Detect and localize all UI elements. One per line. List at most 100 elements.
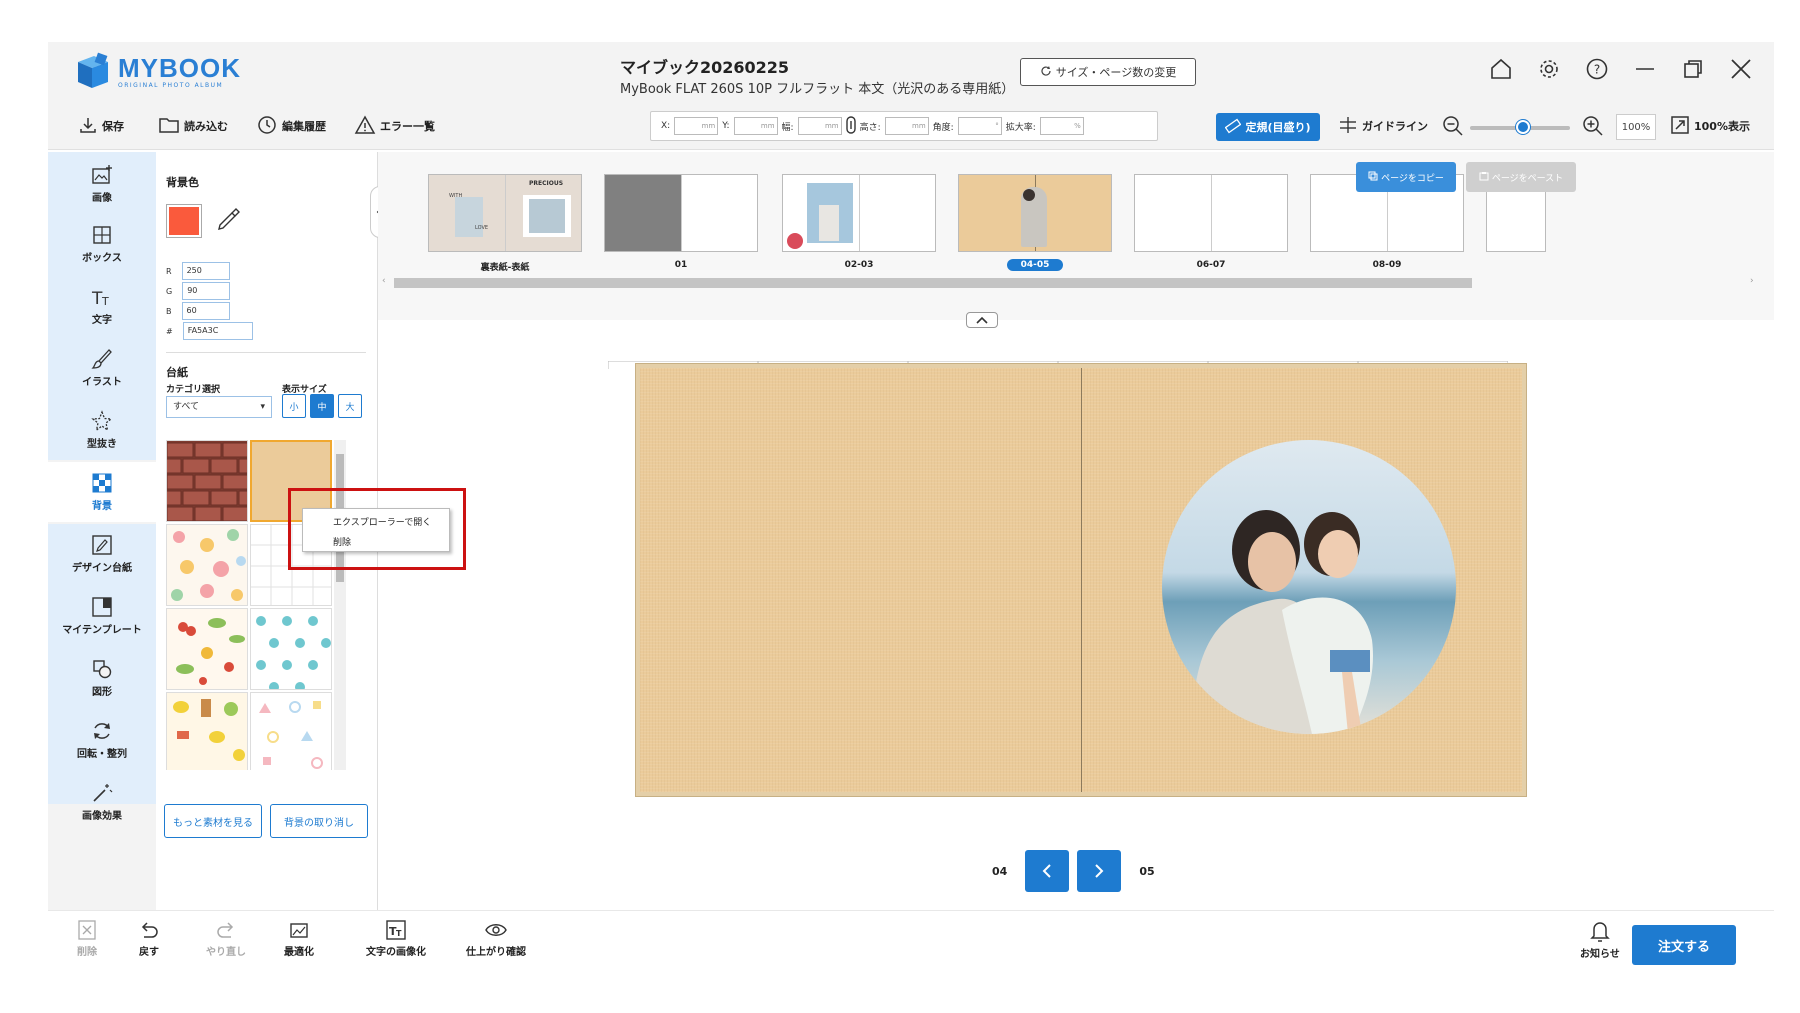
error-list-button[interactable]: エラー一覧 xyxy=(354,114,435,138)
more-materials-button[interactable]: もっと素材を見る xyxy=(164,804,262,838)
strip-scroll-left-icon[interactable]: ‹ xyxy=(382,276,386,286)
bg-color-swatch[interactable] xyxy=(166,204,202,238)
optimize-button[interactable]: 最適化 xyxy=(284,919,314,958)
y-input[interactable]: mm xyxy=(733,117,778,135)
r-input[interactable]: 250 xyxy=(181,262,230,280)
spread-thumb-01[interactable] xyxy=(604,174,758,252)
restore-icon[interactable] xyxy=(1680,56,1706,82)
angle-input[interactable]: ° xyxy=(957,117,1002,135)
close-icon[interactable] xyxy=(1728,56,1754,82)
change-size-button[interactable]: サイズ・ページ数の変更 xyxy=(1020,58,1196,86)
nav-rotate-align[interactable]: 回転・整列 xyxy=(48,710,156,770)
nav-illust[interactable]: イラスト xyxy=(48,338,156,398)
svg-text:?: ? xyxy=(1594,63,1600,77)
redo-label: やり直し xyxy=(206,947,246,958)
delete-button[interactable]: 削除 xyxy=(76,919,98,958)
zoom-slider-handle[interactable] xyxy=(1516,120,1530,134)
y-label: Y: xyxy=(722,121,730,131)
home-icon[interactable] xyxy=(1488,56,1514,82)
nav-rotate-label: 回転・整列 xyxy=(77,749,127,760)
circle-photo-frame[interactable] xyxy=(1162,440,1456,734)
collapse-strip-button[interactable] xyxy=(966,312,998,328)
zoom-in-icon[interactable] xyxy=(1582,114,1604,138)
cover-text-love: LOVE xyxy=(475,225,489,231)
size-small-button[interactable]: 小 xyxy=(282,394,306,418)
strip-scrollbar[interactable] xyxy=(394,278,1472,288)
eyedropper-icon[interactable] xyxy=(214,206,242,238)
width-input[interactable]: mm xyxy=(797,117,842,135)
nav-cutout[interactable]: 型抜き xyxy=(48,400,156,460)
main-toolbar: 保存 読み込む 編集履歴 エラー一覧 X: mm Y: mm 幅: mm 高さ:… xyxy=(48,104,1774,150)
g-input[interactable]: 90 xyxy=(182,282,231,300)
paste-page-label: ページをペースト xyxy=(1491,173,1564,184)
zoom-100-button[interactable]: 100%表示 xyxy=(1670,114,1750,138)
size-large-button[interactable]: 大 xyxy=(338,394,362,418)
nav-box[interactable]: ボックス xyxy=(48,214,156,274)
thumb-pastel-shapes[interactable] xyxy=(250,692,332,770)
link-ratio-icon[interactable] xyxy=(845,115,856,137)
thumb-fruits[interactable] xyxy=(166,608,248,690)
notification-button[interactable]: お知らせ xyxy=(1580,919,1620,960)
nav-cutout-label: 型抜き xyxy=(87,439,117,450)
save-label: 保存 xyxy=(102,120,124,133)
spread-thumb-06-07[interactable] xyxy=(1134,174,1288,252)
next-page-button[interactable] xyxy=(1077,850,1122,892)
cover-text-with: WITH xyxy=(449,193,463,199)
category-select[interactable]: すべて ▾ xyxy=(166,396,272,418)
thumb-floral[interactable] xyxy=(166,524,248,606)
nav-my-template[interactable]: マイテンプレート xyxy=(48,586,156,646)
spread-fold-line xyxy=(1081,368,1082,792)
spread-thumb-02-03[interactable] xyxy=(782,174,936,252)
preview-button[interactable]: 仕上がり確認 xyxy=(466,919,526,958)
thumb-dots[interactable] xyxy=(250,608,332,690)
ruler-toggle-button[interactable]: 定規(目盛り) xyxy=(1216,113,1320,141)
text-image-icon: TT xyxy=(386,920,406,940)
text-to-image-button[interactable]: TT 文字の画像化 xyxy=(366,919,426,958)
zoom-value-field[interactable]: 100% xyxy=(1616,114,1656,140)
thumb-lemons[interactable] xyxy=(166,692,248,770)
nav-text[interactable]: TT 文字 xyxy=(48,276,156,336)
help-icon[interactable]: ? xyxy=(1584,56,1610,82)
order-button[interactable]: 注文する xyxy=(1632,925,1736,965)
undo-button[interactable]: 戻す xyxy=(138,919,160,958)
nav-shapes[interactable]: 図形 xyxy=(48,648,156,708)
nav-background-label: 背景 xyxy=(92,501,112,512)
gear-icon[interactable] xyxy=(1536,56,1562,82)
nav-background[interactable]: 背景 xyxy=(48,462,156,522)
zoom-out-icon[interactable] xyxy=(1442,114,1464,138)
book-spread-canvas[interactable] xyxy=(635,363,1527,797)
minimize-icon[interactable] xyxy=(1632,56,1658,82)
error-list-label: エラー一覧 xyxy=(380,120,435,133)
hex-input[interactable]: FA5A3C xyxy=(182,322,253,340)
guideline-button[interactable]: ガイドライン xyxy=(1338,114,1428,138)
thumb-brick[interactable] xyxy=(166,440,248,522)
copy-page-button[interactable]: ページをコピー xyxy=(1356,162,1456,192)
nav-design-mount[interactable]: デザイン台紙 xyxy=(48,524,156,584)
nav-image[interactable]: 画像 xyxy=(48,154,156,214)
redo-button[interactable]: やり直し xyxy=(206,919,246,958)
delete-icon xyxy=(78,920,96,940)
undo-background-button[interactable]: 背景の取り消し xyxy=(270,804,368,838)
paste-page-button[interactable]: ページをペースト xyxy=(1466,162,1576,192)
load-button[interactable]: 読み込む xyxy=(158,114,228,138)
text-icon: TT xyxy=(91,289,109,308)
b-input[interactable]: 60 xyxy=(181,302,230,320)
spread-thumb-04-05[interactable] xyxy=(958,174,1112,252)
scale-input[interactable]: % xyxy=(1039,117,1084,135)
history-button[interactable]: 編集履歴 xyxy=(256,114,326,138)
nav-text-label: 文字 xyxy=(92,315,112,326)
size-medium-button[interactable]: 中 xyxy=(310,394,334,418)
ruler-icon xyxy=(1225,118,1242,137)
prev-page-button[interactable] xyxy=(1025,850,1070,892)
spread-thumb-cover[interactable]: WITH LOVE PRECIOUS xyxy=(428,174,582,252)
design-icon xyxy=(92,535,112,555)
optimize-icon xyxy=(290,923,308,938)
x-input[interactable]: mm xyxy=(674,117,719,135)
save-button[interactable]: 保存 xyxy=(78,114,124,138)
strip-scroll-right-icon[interactable]: › xyxy=(1750,276,1754,286)
eye-icon xyxy=(485,924,507,936)
mount-title: 台紙 xyxy=(166,366,188,379)
bottom-toolbar: 削除 戻す やり直し 最適化 TT 文字の画像化 仕上がり確認 お知らせ 注文す… xyxy=(48,910,1774,965)
height-input[interactable]: mm xyxy=(884,117,929,135)
nav-image-effect[interactable]: 画像効果 xyxy=(48,772,156,832)
